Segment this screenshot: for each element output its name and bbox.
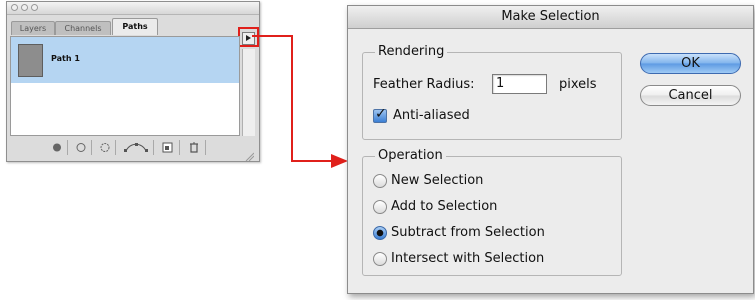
palette-bottom-bar: [10, 138, 256, 162]
dialog-title: Make Selection: [348, 6, 753, 29]
feather-radius-input[interactable]: 1: [492, 74, 547, 94]
zoom-dot-icon[interactable]: [31, 4, 38, 11]
make-selection-dialog: Make Selection Rendering Feather Radius:…: [347, 5, 754, 294]
radio-intersect-with-selection[interactable]: [373, 252, 387, 266]
paths-list: Path 1: [10, 36, 240, 136]
load-as-selection-icon[interactable]: [94, 140, 116, 155]
rendering-group: Rendering Feather Radius: 1 pixels ✓ Ant…: [362, 44, 622, 140]
make-work-path-icon[interactable]: [118, 140, 154, 155]
path-row-selected[interactable]: Path 1: [11, 37, 239, 83]
fill-path-icon[interactable]: [46, 140, 68, 155]
antialiased-checkbox[interactable]: ✓: [373, 106, 387, 123]
palette-menu-button[interactable]: [242, 32, 255, 45]
new-selection-label: New Selection: [391, 173, 484, 188]
delete-path-icon[interactable]: [182, 140, 206, 155]
resize-grip-icon[interactable]: [244, 146, 255, 162]
palette-titlebar: [7, 2, 259, 15]
antialiased-label: Anti-aliased: [393, 108, 470, 123]
subtract-from-selection-label: Subtract from Selection: [391, 225, 545, 240]
path-name: Path 1: [51, 54, 80, 63]
ok-button[interactable]: OK: [640, 53, 741, 74]
feather-unit-label: pixels: [559, 77, 597, 92]
operation-legend: Operation: [375, 148, 446, 164]
rendering-legend: Rendering: [375, 44, 448, 60]
close-dot-icon[interactable]: [11, 4, 18, 11]
add-to-selection-label: Add to Selection: [391, 199, 498, 214]
tab-channels[interactable]: Channels: [55, 21, 111, 35]
checkmark-icon: ✓: [375, 106, 387, 122]
feather-radius-label: Feather Radius:: [373, 77, 475, 92]
palette-scrollbar[interactable]: [242, 49, 255, 136]
tab-paths[interactable]: Paths: [112, 18, 158, 35]
radio-new-selection[interactable]: [373, 174, 387, 188]
minimize-dot-icon[interactable]: [21, 4, 28, 11]
tab-layers[interactable]: Layers: [11, 21, 55, 35]
radio-subtract-from-selection[interactable]: [373, 226, 387, 240]
intersect-with-selection-label: Intersect with Selection: [391, 251, 545, 266]
paths-palette: Layers Channels Paths Path 1: [6, 1, 260, 162]
operation-group: Operation New Selection Add to Selection…: [362, 148, 622, 276]
radio-add-to-selection[interactable]: [373, 200, 387, 214]
path-thumbnail: [18, 44, 43, 77]
cancel-button[interactable]: Cancel: [640, 85, 741, 106]
triangle-right-icon: [246, 35, 251, 41]
new-path-icon[interactable]: [156, 140, 180, 155]
palette-tabs: Layers Channels Paths: [9, 15, 237, 35]
stroke-path-icon[interactable]: [70, 140, 92, 155]
